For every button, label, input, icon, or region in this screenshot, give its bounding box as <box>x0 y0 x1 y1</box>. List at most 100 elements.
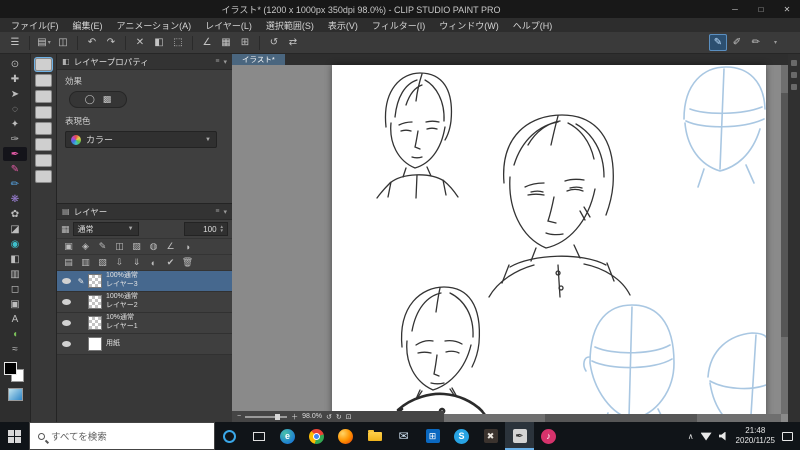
balloon-tool-icon[interactable]: ◖ <box>3 327 27 341</box>
snap-ruler-icon[interactable]: ∠ <box>198 34 216 51</box>
visibility-eye-icon[interactable] <box>62 299 71 305</box>
sub-color-swatch[interactable] <box>7 388 23 401</box>
new-vector-layer-icon[interactable]: ▥ <box>79 257 92 269</box>
menu-file[interactable]: ファイル(F) <box>4 19 66 32</box>
navigator-palette-tab[interactable] <box>791 72 797 78</box>
deselect-icon[interactable]: ⬚ <box>169 34 187 51</box>
menu-help[interactable]: ヘルプ(H) <box>506 19 560 32</box>
subtool-item[interactable] <box>35 154 52 167</box>
enable-mask-icon[interactable]: ◍ <box>147 241 160 253</box>
fill-tool-icon[interactable]: ◧ <box>3 252 27 266</box>
zoom-slider-knob[interactable] <box>275 413 281 420</box>
layer-row[interactable]: 10%通常 レイヤー1 <box>57 313 232 334</box>
menu-selection[interactable]: 選択範囲(S) <box>259 19 321 32</box>
main-menu-icon[interactable]: ☰ <box>6 34 24 51</box>
clip-studio-paint-button[interactable]: ✒ <box>505 422 534 450</box>
new-layer-icon[interactable]: ▤ <box>62 257 75 269</box>
border-effect-icon[interactable]: ◯ <box>85 94 95 105</box>
notification-center-icon[interactable] <box>782 431 793 441</box>
vertical-scrollbar[interactable] <box>781 65 788 414</box>
primary-color-swatch[interactable] <box>4 362 17 375</box>
blend-mode-dropdown[interactable]: 通常 ▼ <box>72 222 139 236</box>
opacity-input[interactable]: 100 ▲ ▼ <box>184 222 228 236</box>
new-folder-icon[interactable]: ▧ <box>96 257 109 269</box>
zoom-out-icon[interactable]: − <box>237 413 241 420</box>
figure-tool-icon[interactable]: ◻ <box>3 282 27 296</box>
decoration-tool-icon[interactable]: ✿ <box>3 207 27 221</box>
zoom-tool-icon[interactable]: ⊙ <box>3 57 27 71</box>
clipping-icon[interactable]: ▣ <box>62 241 75 253</box>
selection-tool-icon[interactable]: ◌ <box>3 102 27 116</box>
task-view-button[interactable] <box>244 422 273 450</box>
reference-layer-icon[interactable]: ◈ <box>79 241 92 253</box>
redo-icon[interactable]: ↷ <box>102 34 120 51</box>
transfer-down-icon[interactable]: ⇩ <box>113 257 126 269</box>
zoom-slider[interactable] <box>245 413 288 420</box>
pen-tool-icon[interactable]: ✒ <box>3 147 27 161</box>
edge-button[interactable]: e <box>273 422 302 450</box>
blend-tool-icon[interactable]: ◉ <box>3 237 27 251</box>
subtool-item[interactable] <box>35 170 52 183</box>
vertical-scrollbar-thumb[interactable] <box>781 92 788 338</box>
layer-panel-header[interactable]: ▤ レイヤー ≡ ▾ <box>57 204 232 220</box>
frame-border-tool-icon[interactable]: ▣ <box>3 297 27 311</box>
eyedropper-tool-icon[interactable]: ✑ <box>3 132 27 146</box>
visibility-eye-icon[interactable] <box>62 320 71 326</box>
menu-edit[interactable]: 編集(E) <box>66 19 110 32</box>
menu-filter[interactable]: フィルター(I) <box>365 19 432 32</box>
clip-studio-button[interactable]: ✖ <box>476 422 505 450</box>
draft-layer-icon[interactable]: ✎ <box>96 241 109 253</box>
save-icon[interactable]: ◫ <box>54 34 72 51</box>
apply-mask-icon[interactable]: ✔ <box>164 257 177 269</box>
panel-menu-icon[interactable]: ≡ <box>215 208 219 216</box>
panel-menu-icon[interactable]: ≡ <box>215 58 219 66</box>
ruler-icon[interactable]: ∠ <box>164 241 177 253</box>
store-button[interactable]: ⊞ <box>418 422 447 450</box>
expression-color-dropdown[interactable]: カラー ▼ <box>65 131 217 148</box>
tone-effect-icon[interactable]: ▩ <box>103 94 112 105</box>
operation-tool-icon[interactable]: ➤ <box>3 87 27 101</box>
history-palette-tab[interactable] <box>791 84 797 90</box>
rotate-right-icon[interactable]: ↻ <box>336 413 342 421</box>
clock[interactable]: 21:48 2020/11/25 <box>736 426 775 446</box>
chrome-button[interactable] <box>302 422 331 450</box>
material-palette-tab[interactable] <box>791 60 797 66</box>
snap-grid-icon[interactable]: ▦ <box>217 34 235 51</box>
view-rotate-icon[interactable]: ↺ <box>265 34 283 51</box>
snap-special-icon[interactable]: ⊞ <box>236 34 254 51</box>
command-bar-more-icon[interactable]: ▾ <box>766 34 784 51</box>
line-correction-tool-icon[interactable]: ≈ <box>3 342 27 356</box>
lock-layer-icon[interactable]: ◫ <box>113 241 126 253</box>
palette-mode-icon[interactable]: ▦ <box>61 224 70 235</box>
rotate-left-icon[interactable]: ↺ <box>326 413 332 421</box>
start-button[interactable] <box>0 422 29 450</box>
fill-icon[interactable]: ◧ <box>150 34 168 51</box>
curve-line-icon[interactable]: ✏ <box>747 34 765 51</box>
zoom-in-icon[interactable]: ＋ <box>291 412 298 422</box>
create-mask-icon[interactable]: ◐ <box>147 257 160 269</box>
menu-window[interactable]: ウィンドウ(W) <box>432 19 506 32</box>
canvas-page[interactable] <box>332 65 767 422</box>
menu-animation[interactable]: アニメーション(A) <box>110 19 199 32</box>
stabilization-pen-icon[interactable]: ✎ <box>709 34 727 51</box>
document-tab[interactable]: イラスト* <box>232 54 285 65</box>
visibility-eye-icon[interactable] <box>62 278 71 284</box>
panel-collapse-icon[interactable]: ▾ <box>223 208 227 216</box>
text-tool-icon[interactable]: A <box>3 312 27 326</box>
view-flip-icon[interactable]: ⇄ <box>284 34 302 51</box>
opacity-spinner[interactable]: ▲ ▼ <box>220 224 224 234</box>
subtool-item[interactable] <box>35 90 52 103</box>
layer-row[interactable]: 用紙 <box>57 334 232 355</box>
horizontal-scrollbar-thumb[interactable] <box>545 414 697 422</box>
delete-icon[interactable]: ✕ <box>131 34 149 51</box>
layer-color-icon[interactable]: ◑ <box>181 241 194 253</box>
menu-layer[interactable]: レイヤー(L) <box>198 19 259 32</box>
layer-thumbnail[interactable] <box>88 274 102 288</box>
fit-to-window-icon[interactable]: ⊡ <box>346 413 352 421</box>
layer-thumbnail[interactable] <box>88 295 102 309</box>
auto-select-tool-icon[interactable]: ✦ <box>3 117 27 131</box>
mail-button[interactable]: ✉ <box>389 422 418 450</box>
lock-transparent-icon[interactable]: ▨ <box>130 241 143 253</box>
maximize-icon[interactable]: □ <box>748 0 774 18</box>
layer-row[interactable]: 100%通常 レイヤー2 <box>57 292 232 313</box>
